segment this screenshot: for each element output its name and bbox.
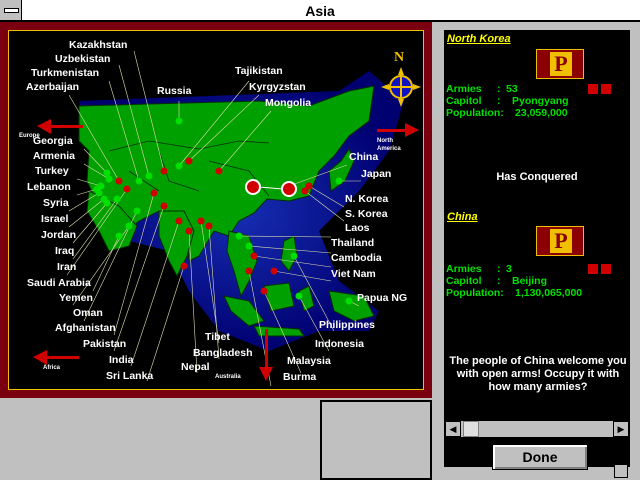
country-label-oman[interactable]: Oman xyxy=(73,308,103,319)
country-label-jordan[interactable]: Jordan xyxy=(41,230,76,241)
defender-name: China xyxy=(447,211,478,223)
country-label-cambodia[interactable]: Cambodia xyxy=(331,253,382,264)
attacker-flag-letter: P xyxy=(550,52,572,76)
country-label-iraq[interactable]: Iraq xyxy=(55,246,74,257)
australia-arrow-label[interactable]: Australia xyxy=(215,374,241,381)
defender-capitol-label: Capitol xyxy=(446,275,482,287)
scroll-left-button[interactable]: ◀ xyxy=(445,421,461,437)
defender-flag-letter: P xyxy=(550,229,572,253)
country-label-mongolia[interactable]: Mongolia xyxy=(265,98,311,109)
country-label-indonesia[interactable]: Indonesia xyxy=(315,339,364,350)
country-label-tajikistan[interactable]: Tajikistan xyxy=(235,66,283,77)
defender-armies-label: Armies xyxy=(446,263,482,275)
defender-marker-1 xyxy=(588,264,598,274)
attacker-name: North Korea xyxy=(447,33,511,45)
window-title: Asia xyxy=(305,3,335,19)
country-label-armenia[interactable]: Armenia xyxy=(33,151,75,162)
country-label-tibet[interactable]: Tibet xyxy=(205,332,230,343)
country-label-uzbekistan[interactable]: Uzbekistan xyxy=(55,54,110,65)
occupy-message: The people of China welcome you with ope… xyxy=(449,355,627,393)
attacker-population-label: Population: xyxy=(446,107,504,119)
north-america-arrow-label[interactable]: North America xyxy=(377,137,417,153)
country-label-israel[interactable]: Israel xyxy=(41,214,68,225)
country-label-s-korea[interactable]: S. Korea xyxy=(345,209,388,220)
country-label-georgia[interactable]: Georgia xyxy=(33,136,73,147)
country-label-viet-nam[interactable]: Viet Nam xyxy=(331,269,376,280)
country-label-philippines[interactable]: Philippines xyxy=(319,320,375,331)
defender-capitol-colon: : xyxy=(497,275,501,287)
defender-capitol-value: Beijing xyxy=(512,275,548,287)
armies-scrollbar[interactable]: ◀ ▶ xyxy=(444,420,630,438)
country-label-saudi-arabia[interactable]: Saudi Arabia xyxy=(27,278,91,289)
conquered-text: Has Conquered xyxy=(496,171,578,183)
status-area xyxy=(0,398,320,480)
defender-population-value: 1,130,065,000 xyxy=(515,287,583,299)
attacker-armies-label: Armies xyxy=(446,83,482,95)
country-label-yemen[interactable]: Yemen xyxy=(59,293,93,304)
country-label-malaysia[interactable]: Malaysia xyxy=(287,356,331,367)
country-label-syria[interactable]: Syria xyxy=(43,198,69,209)
defender-population-label: Population: xyxy=(446,287,504,299)
attacker-capitol-colon: : xyxy=(497,95,501,107)
country-label-bangladesh[interactable]: Bangladesh xyxy=(193,348,253,359)
country-label-papua-ng[interactable]: Papua NG xyxy=(357,293,407,304)
attacker-flag: P xyxy=(536,49,584,79)
country-label-thailand[interactable]: Thailand xyxy=(331,238,374,249)
country-label-kyrgyzstan[interactable]: Kyrgyzstan xyxy=(249,82,306,93)
corner-box xyxy=(614,464,628,478)
africa-arrow-label[interactable]: Africa xyxy=(43,365,60,372)
country-label-afghanistan[interactable]: Afghanistan xyxy=(55,323,116,334)
country-label-laos[interactable]: Laos xyxy=(345,223,370,234)
attacker-marker-2 xyxy=(601,84,611,94)
defender-armies-colon: : xyxy=(497,263,501,275)
country-label-japan[interactable]: Japan xyxy=(361,169,391,180)
country-label-iran[interactable]: Iran xyxy=(57,262,76,273)
title-bar: Asia xyxy=(0,0,640,22)
info-box xyxy=(320,400,432,480)
compass-letter: N xyxy=(394,50,404,65)
country-label-kazakhstan[interactable]: Kazakhstan xyxy=(69,40,127,51)
country-label-pakistan[interactable]: Pakistan xyxy=(83,339,126,350)
defender-marker-2 xyxy=(601,264,611,274)
attacker-capitol-label: Capitol xyxy=(446,95,482,107)
country-label-turkey[interactable]: Turkey xyxy=(35,166,69,177)
country-label-india[interactable]: India xyxy=(109,355,134,366)
done-button[interactable]: Done xyxy=(492,444,588,470)
scroll-thumb[interactable] xyxy=(463,421,479,437)
country-label-turkmenistan[interactable]: Turkmenistan xyxy=(31,68,99,79)
map-frame: N Europe North America Africa Australia … xyxy=(0,22,432,398)
country-label-russia[interactable]: Russia xyxy=(157,86,191,97)
country-label-azerbaijan[interactable]: Azerbaijan xyxy=(26,82,79,93)
country-label-china[interactable]: China xyxy=(349,152,378,163)
attacker-armies-colon: : xyxy=(497,83,501,95)
country-label-nepal[interactable]: Nepal xyxy=(181,362,210,373)
country-label-sri-lanka[interactable]: Sri Lanka xyxy=(106,371,153,382)
attacker-marker-1 xyxy=(588,84,598,94)
scroll-right-button[interactable]: ▶ xyxy=(613,421,629,437)
attacker-capitol-value: Pyongyang xyxy=(512,95,569,107)
attacker-armies-value: 53 xyxy=(506,83,518,95)
map-area[interactable]: N Europe North America Africa Australia … xyxy=(8,30,424,390)
country-label-lebanon[interactable]: Lebanon xyxy=(27,182,71,193)
country-label-n-korea[interactable]: N. Korea xyxy=(345,194,388,205)
defender-armies-value: 3 xyxy=(506,263,512,275)
attacker-population-value: 23,059,000 xyxy=(515,107,568,119)
defender-flag: P xyxy=(536,226,584,256)
country-label-burma[interactable]: Burma xyxy=(283,372,316,383)
